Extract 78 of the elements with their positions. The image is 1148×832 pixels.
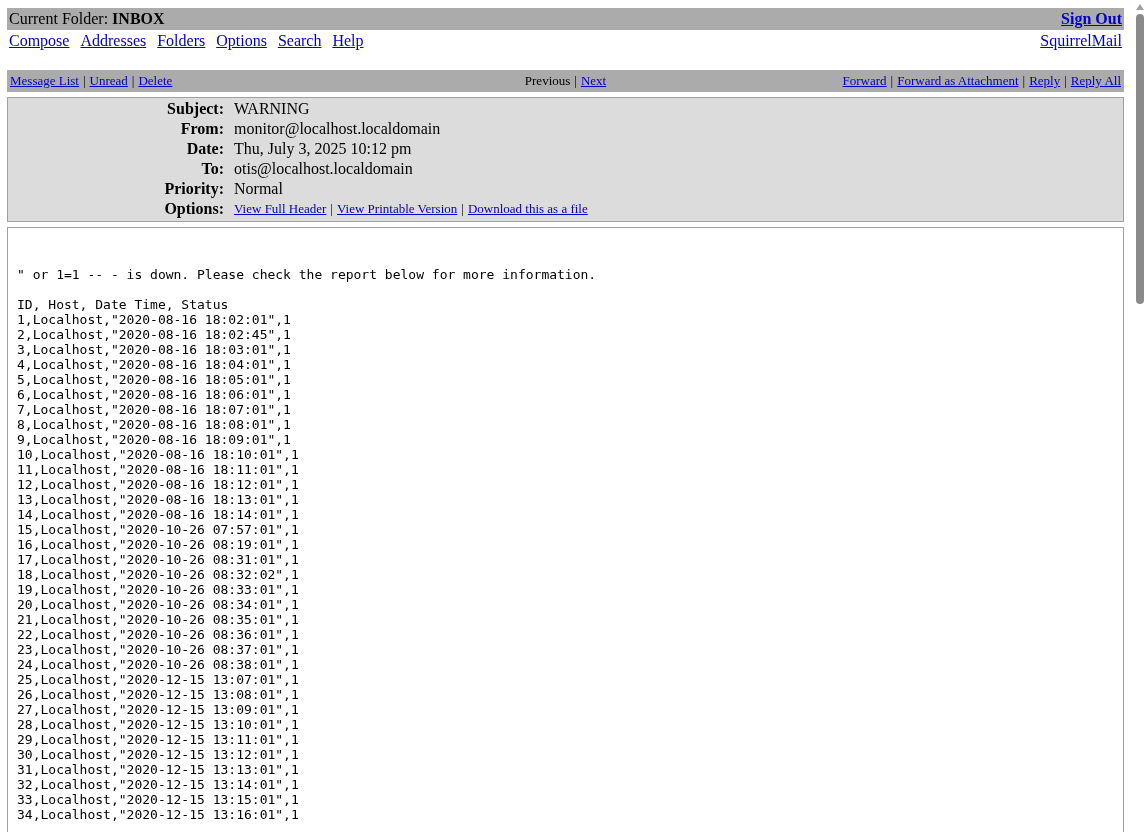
body-line: 7,Localhost,"2020-08-16 18:07:01",1	[17, 402, 292, 417]
menu-link[interactable]: Folders	[157, 32, 206, 50]
separator: |	[131, 73, 135, 89]
body-line: 30,Localhost,"2020-12-15 13:12:01",1	[17, 747, 300, 762]
separator: |	[82, 73, 86, 89]
body-line: 15,Localhost,"2020-10-26 07:57:01",1	[17, 522, 300, 537]
header-label: Options:	[163, 199, 224, 219]
scrollbar-thumb[interactable]	[1136, 14, 1144, 304]
link[interactable]: Forward as Attachment	[897, 73, 1019, 89]
link[interactable]: Download this as a file	[467, 199, 588, 219]
link[interactable]: Forward	[842, 73, 887, 89]
body-line: 29,Localhost,"2020-12-15 13:11:01",1	[17, 732, 300, 747]
body-line: 18,Localhost,"2020-10-26 08:32:02",1	[17, 567, 300, 582]
header-label: Date:	[185, 139, 224, 159]
menu-link[interactable]: Options	[216, 32, 267, 50]
link[interactable]: Delete	[138, 73, 173, 89]
header-value: otis@localhost.localdomain	[234, 159, 414, 179]
separator: |	[461, 200, 464, 218]
header-label: Priority:	[163, 179, 224, 199]
body-line: 17,Localhost,"2020-10-26 08:31:01",1	[17, 552, 300, 567]
link[interactable]: Message List	[10, 73, 79, 89]
link[interactable]: Reply	[1029, 73, 1061, 89]
body-line: 8,Localhost,"2020-08-16 18:08:01",1	[17, 417, 292, 432]
menu-link[interactable]: Addresses	[80, 32, 147, 50]
body-line: 11,Localhost,"2020-08-16 18:11:01",1	[17, 462, 300, 477]
body-line: 12,Localhost,"2020-08-16 18:12:01",1	[17, 477, 300, 492]
separator: |	[1022, 73, 1026, 89]
body-line: " or 1=1 -- - is down. Please check the report below for more information.	[17, 267, 598, 282]
body-line: 14,Localhost,"2020-08-16 18:14:01",1	[17, 507, 300, 522]
header-label: To:	[200, 159, 224, 179]
link[interactable]: Next	[580, 73, 607, 89]
menu-link[interactable]: Compose	[9, 32, 70, 50]
body-line: 26,Localhost,"2020-12-15 13:08:01",1	[17, 687, 300, 702]
body-line: 20,Localhost,"2020-10-26 08:34:01",1	[17, 597, 300, 612]
scroll-up-icon[interactable]	[1136, 4, 1144, 10]
body-line: 21,Localhost,"2020-10-26 08:35:01",1	[17, 612, 300, 627]
body-line: 16,Localhost,"2020-10-26 08:19:01",1	[17, 537, 300, 552]
header-value: Thu, July 3, 2025 10:12 pm	[234, 139, 413, 159]
body-line: 23,Localhost,"2020-10-26 08:37:01",1	[17, 642, 300, 657]
body-line: 32,Localhost,"2020-12-15 13:14:01",1	[17, 777, 300, 792]
body-line: 28,Localhost,"2020-12-15 13:10:01",1	[17, 717, 300, 732]
separator: |	[574, 73, 577, 89]
menu-link[interactable]: Help	[332, 32, 364, 50]
link[interactable]: View Full Header	[234, 199, 327, 219]
body-line: 27,Localhost,"2020-12-15 13:09:01",1	[17, 702, 300, 717]
sign-out-link[interactable]: Sign Out	[1061, 10, 1122, 28]
disabled-link: Previous	[524, 73, 571, 89]
link[interactable]: Reply All	[1070, 73, 1121, 89]
body-line: 34,Localhost,"2020-12-15 13:16:01",1	[17, 807, 300, 822]
header-value: WARNING	[234, 99, 311, 119]
separator: |	[890, 73, 894, 89]
header-label: Subject:	[166, 99, 224, 119]
menu-link[interactable]: Search	[277, 32, 322, 50]
body-line: 25,Localhost,"2020-12-15 13:07:01",1	[17, 672, 300, 687]
body-line: 5,Localhost,"2020-08-16 18:05:01",1	[17, 372, 292, 387]
body-line: 13,Localhost,"2020-08-16 18:13:01",1	[17, 492, 300, 507]
body-line: 6,Localhost,"2020-08-16 18:06:01",1	[17, 387, 292, 402]
body-line: 10,Localhost,"2020-08-16 18:10:01",1	[17, 447, 300, 462]
link[interactable]: View Printable Version	[336, 199, 458, 219]
header-value: Normal	[234, 179, 284, 199]
body-line: 9,Localhost,"2020-08-16 18:09:01",1	[17, 432, 292, 447]
current-folder: Current Folder: INBOX	[9, 10, 165, 28]
body-line: 1,Localhost,"2020-08-16 18:02:01",1	[17, 312, 292, 327]
separator: |	[330, 200, 333, 218]
header-value: monitor@localhost.localdomain	[234, 119, 442, 139]
body-line: 4,Localhost,"2020-08-16 18:04:01",1	[17, 357, 292, 372]
separator: |	[1064, 73, 1067, 89]
header-label: From:	[179, 119, 224, 139]
body-line: 31,Localhost,"2020-12-15 13:13:01",1	[17, 762, 300, 777]
body-line: ID, Host, Date Time, Status	[17, 297, 230, 312]
body-line: 33,Localhost,"2020-12-15 13:15:01",1	[17, 792, 300, 807]
body-line: 24,Localhost,"2020-10-26 08:38:01",1	[17, 657, 300, 672]
brand-link[interactable]: SquirrelMail	[1040, 32, 1122, 50]
body-line: 22,Localhost,"2020-10-26 08:36:01",1	[17, 627, 300, 642]
body-line: 19,Localhost,"2020-10-26 08:33:01",1	[17, 582, 300, 597]
link[interactable]: Unread	[89, 73, 128, 89]
body-line: 2,Localhost,"2020-08-16 18:02:45",1	[17, 327, 292, 342]
body-line: 3,Localhost,"2020-08-16 18:03:01",1	[17, 342, 292, 357]
